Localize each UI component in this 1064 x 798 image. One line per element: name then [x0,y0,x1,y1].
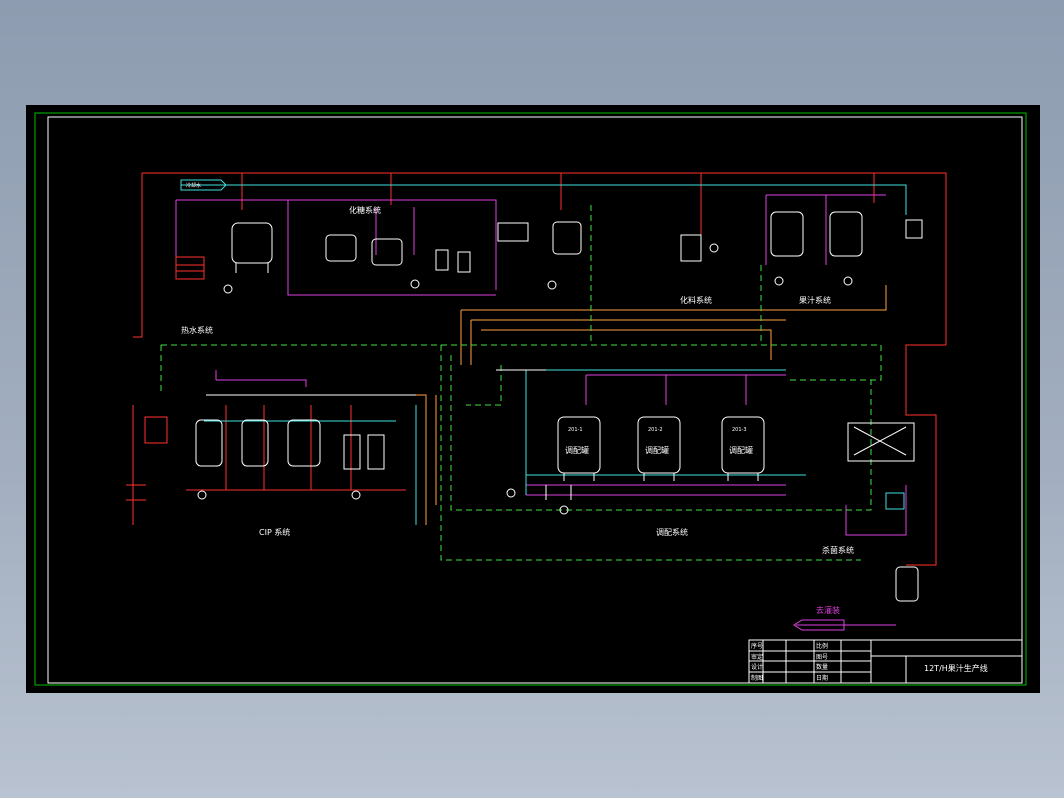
heat-exchanger-left [144,256,205,444]
cyan-pipelines [181,184,907,525]
title-row3-col2: 数量 [816,663,828,671]
to-filling-label: 去灌装 [816,605,840,615]
white-pipelines [206,369,572,500]
tank-1-label: 调配罐 [565,445,589,455]
drawing-title: 12T/H果汁生产线 [924,663,988,673]
process-diagram: 冷却水 化糖系统 热水系统 化料系统 果汁系统 CIP 系统 调配系统 杀菌系统… [34,112,1027,686]
title-row3-col1: 设计 [751,663,763,671]
juice-tanks [770,211,923,286]
cip-system-label: CIP 系统 [259,527,290,537]
red-pipelines [126,172,947,566]
cip-tanks [195,419,385,500]
blending-system-label: 调配系统 [656,527,688,537]
cold-water-label: 冷却水 [186,182,201,189]
ingredients-system-label: 化料系统 [680,295,712,305]
title-row4-col2: 日期 [816,674,828,682]
inner-frame [47,116,1023,684]
hot-water-system-label: 热水系统 [181,325,213,335]
sugar-tanks [325,234,471,289]
title-block [748,639,1023,684]
title-row2-col1: 审定 [751,653,763,661]
title-row1-col2: 比例 [816,642,828,650]
tank-3-id: 201-3 [732,427,747,433]
juice-system-label: 果汁系统 [799,295,831,305]
green-dashed-pipelines [160,205,882,561]
title-row2-col2: 图号 [816,654,828,661]
tank-2-label: 调配罐 [645,445,669,455]
title-row4-col1: 制图 [751,674,763,682]
title-row1-col1: 序号 [751,642,763,650]
hot-water-tank [223,222,273,294]
tank-2-id: 201-2 [648,427,663,433]
cad-viewport[interactable]: 冷却水 化糖系统 热水系统 化料系统 果汁系统 CIP 系统 调配系统 杀菌系统… [26,105,1040,693]
tank-1-id: 201-1 [568,427,583,433]
ingredient-tank [497,221,719,290]
sugar-system-label: 化糖系统 [349,205,381,215]
sterilization-system-label: 杀菌系统 [822,545,854,555]
tank-3-label: 调配罐 [729,445,753,455]
outer-frame [34,112,1027,686]
sterilizer [847,422,919,602]
